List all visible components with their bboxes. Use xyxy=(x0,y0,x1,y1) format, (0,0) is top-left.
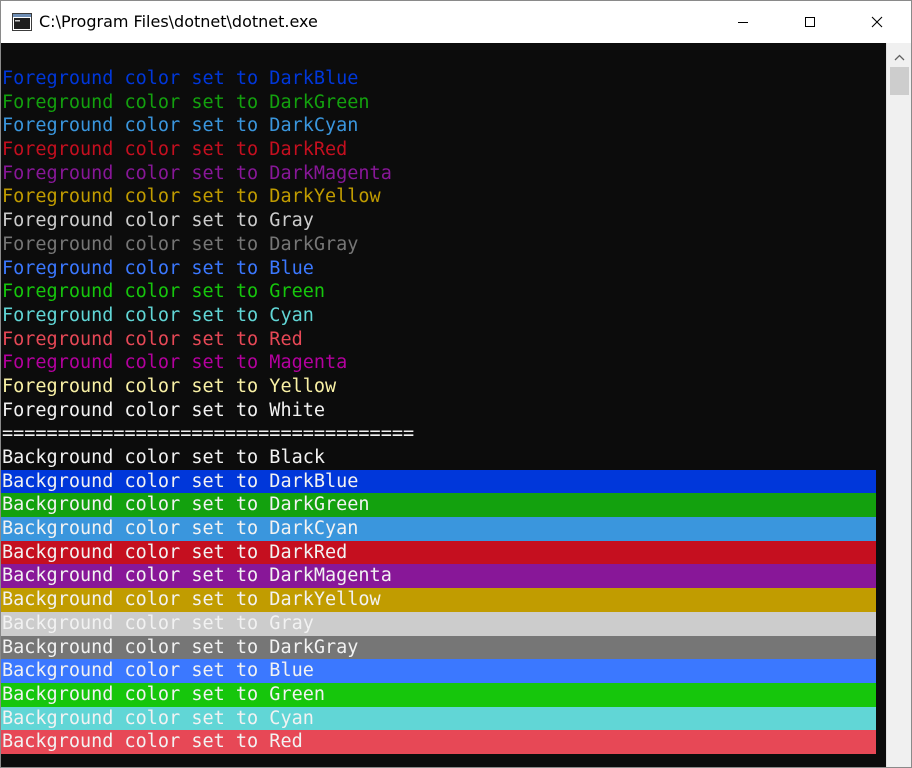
console-line: Foreground color set to Red xyxy=(2,328,303,350)
console-output[interactable]: Foreground color set to DarkBlue Foregro… xyxy=(1,43,886,767)
console-line: Foreground color set to DarkRed xyxy=(2,139,348,161)
console-window: C:\Program Files\dotnet\dotnet.exe Foreg… xyxy=(0,0,912,768)
console-line: Foreground color set to Green xyxy=(2,281,326,303)
close-icon xyxy=(871,13,883,32)
maximize-button[interactable] xyxy=(776,1,844,43)
console-line: Foreground color set to Gray xyxy=(2,210,314,232)
title-bar[interactable]: C:\Program Files\dotnet\dotnet.exe xyxy=(1,1,911,43)
console-line: Foreground color set to White xyxy=(2,399,326,421)
console-line: Background color set to DarkGray xyxy=(1,635,876,660)
console-line: Background color set to Cyan xyxy=(1,706,876,731)
vertical-scrollbar[interactable] xyxy=(886,43,911,767)
maximize-icon xyxy=(804,13,816,32)
scroll-up-arrow-icon xyxy=(894,46,905,65)
console-line: Background color set to DarkYellow xyxy=(1,588,876,612)
console-line: Background color set to DarkRed xyxy=(1,540,876,565)
console-line: Foreground color set to DarkGray xyxy=(2,233,359,255)
console-line: Background color set to DarkGreen xyxy=(1,493,876,518)
console-line: Foreground color set to DarkCyan xyxy=(2,115,359,137)
console-separator: ===================================== xyxy=(2,423,415,445)
console-line: Background color set to DarkBlue xyxy=(1,469,876,494)
console-line: Background color set to Black xyxy=(1,446,876,470)
console-lines: Foreground color set to DarkBlue Foregro… xyxy=(1,67,886,754)
console-line: Foreground color set to DarkGreen xyxy=(2,91,370,113)
console-line: Foreground color set to Magenta xyxy=(2,352,348,374)
console-line: Foreground color set to DarkYellow xyxy=(2,186,381,208)
console-line: Background color set to Gray xyxy=(1,611,876,636)
scroll-up-button[interactable] xyxy=(887,43,911,67)
close-button[interactable] xyxy=(843,1,911,43)
console-window-icon[interactable] xyxy=(12,13,32,31)
console-line: Background color set to Blue xyxy=(1,659,876,683)
window-title: C:\Program Files\dotnet\dotnet.exe xyxy=(39,12,318,31)
console-line: Foreground color set to Yellow xyxy=(2,375,337,397)
minimize-icon xyxy=(737,13,749,32)
console-line: Background color set to Red xyxy=(1,730,876,754)
scroll-thumb[interactable] xyxy=(890,67,909,95)
minimize-button[interactable] xyxy=(709,1,777,43)
console-line: Foreground color set to Cyan xyxy=(2,304,314,326)
console-line: Foreground color set to DarkMagenta xyxy=(2,162,392,184)
console-line: Background color set to Green xyxy=(1,682,876,707)
console-line: Background color set to DarkCyan xyxy=(1,517,876,541)
console-line: Foreground color set to Blue xyxy=(2,257,314,279)
console-line: Foreground color set to DarkBlue xyxy=(2,68,359,89)
console-line: Background color set to DarkMagenta xyxy=(1,564,876,589)
